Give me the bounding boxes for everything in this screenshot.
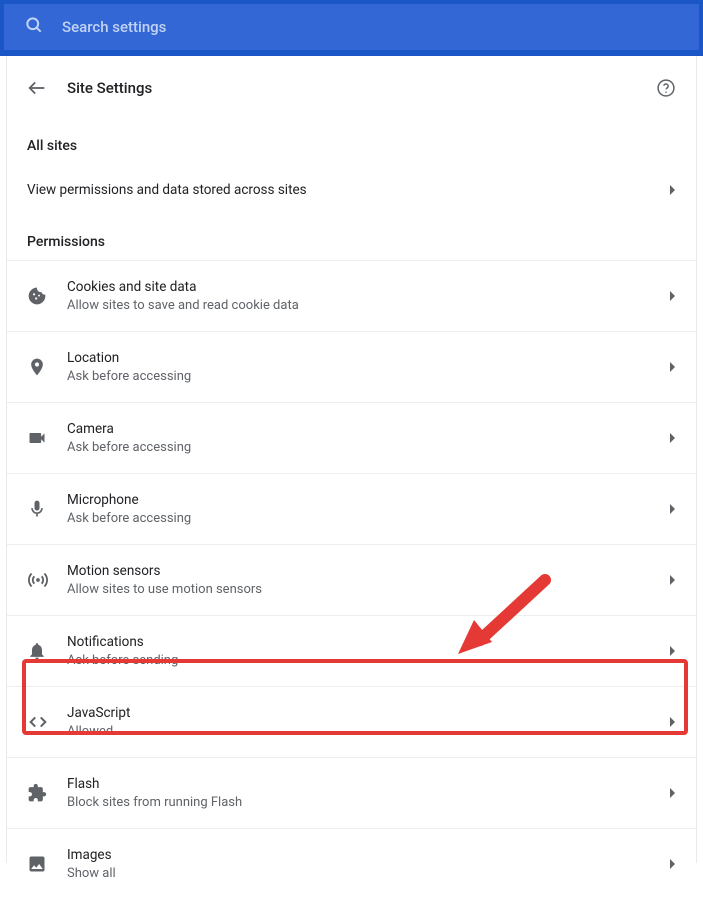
back-button[interactable] <box>25 76 49 100</box>
chevron-right-icon <box>670 788 676 798</box>
permission-row-camera[interactable]: Camera Ask before accessing <box>7 403 696 474</box>
permission-sub: Allow sites to save and read cookie data <box>67 298 670 313</box>
puzzle-icon <box>27 783 67 803</box>
permission-row-notifications[interactable]: Notifications Ask before sending <box>7 616 696 687</box>
permission-row-cookies[interactable]: Cookies and site data Allow sites to sav… <box>7 261 696 332</box>
chevron-right-icon <box>670 291 676 301</box>
permission-row-microphone[interactable]: Microphone Ask before accessing <box>7 474 696 545</box>
chevron-right-icon <box>670 646 676 656</box>
permission-sub: Block sites from running Flash <box>67 795 670 810</box>
permission-row-location[interactable]: Location Ask before accessing <box>7 332 696 403</box>
chevron-right-icon <box>670 433 676 443</box>
permission-title: Camera <box>67 421 670 437</box>
chevron-right-icon <box>670 575 676 585</box>
permission-row-flash[interactable]: Flash Block sites from running Flash <box>7 758 696 829</box>
permission-row-motion-sensors[interactable]: Motion sensors Allow sites to use motion… <box>7 545 696 616</box>
cookie-icon <box>27 286 67 306</box>
permission-sub: Ask before sending <box>67 653 670 668</box>
location-icon <box>27 357 67 377</box>
view-permissions-label: View permissions and data stored across … <box>27 182 670 198</box>
page-header: Site Settings <box>7 76 696 120</box>
permission-title: Cookies and site data <box>67 279 670 295</box>
chevron-right-icon <box>670 362 676 372</box>
permission-title: JavaScript <box>67 705 670 721</box>
permission-title: Microphone <box>67 492 670 508</box>
permission-title: Location <box>67 350 670 366</box>
permission-sub: Ask before accessing <box>67 369 670 384</box>
search-placeholder: Search settings <box>62 18 166 36</box>
page-title: Site Settings <box>67 79 654 97</box>
permission-title: Notifications <box>67 634 670 650</box>
permission-title: Images <box>67 847 670 863</box>
bell-icon <box>27 641 67 661</box>
settings-content: Site Settings All sites View permissions… <box>6 56 697 863</box>
help-button[interactable] <box>654 76 678 100</box>
permissions-heading: Permissions <box>7 216 696 260</box>
chevron-right-icon <box>670 717 676 727</box>
code-icon <box>27 711 67 733</box>
chevron-right-icon <box>670 859 676 869</box>
permission-title: Flash <box>67 776 670 792</box>
image-icon <box>27 854 67 874</box>
permission-sub: Allowed <box>67 724 670 739</box>
permission-title: Motion sensors <box>67 563 670 579</box>
permission-sub: Show all <box>67 866 670 881</box>
permission-row-images[interactable]: Images Show all <box>7 829 696 899</box>
camera-icon <box>27 428 67 448</box>
microphone-icon <box>27 499 67 519</box>
search-input-container[interactable]: Search settings <box>12 7 691 47</box>
permission-sub: Ask before accessing <box>67 511 670 526</box>
chevron-right-icon <box>670 504 676 514</box>
permissions-list: Cookies and site data Allow sites to sav… <box>7 260 696 899</box>
permission-sub: Ask before accessing <box>67 440 670 455</box>
chevron-right-icon <box>670 185 676 195</box>
search-icon <box>24 15 44 39</box>
search-bar[interactable]: Search settings <box>0 0 703 56</box>
permission-row-javascript[interactable]: JavaScript Allowed <box>7 687 696 758</box>
motion-icon <box>27 569 67 591</box>
view-permissions-row[interactable]: View permissions and data stored across … <box>7 164 696 216</box>
all-sites-heading: All sites <box>7 120 696 164</box>
permission-sub: Allow sites to use motion sensors <box>67 582 670 597</box>
